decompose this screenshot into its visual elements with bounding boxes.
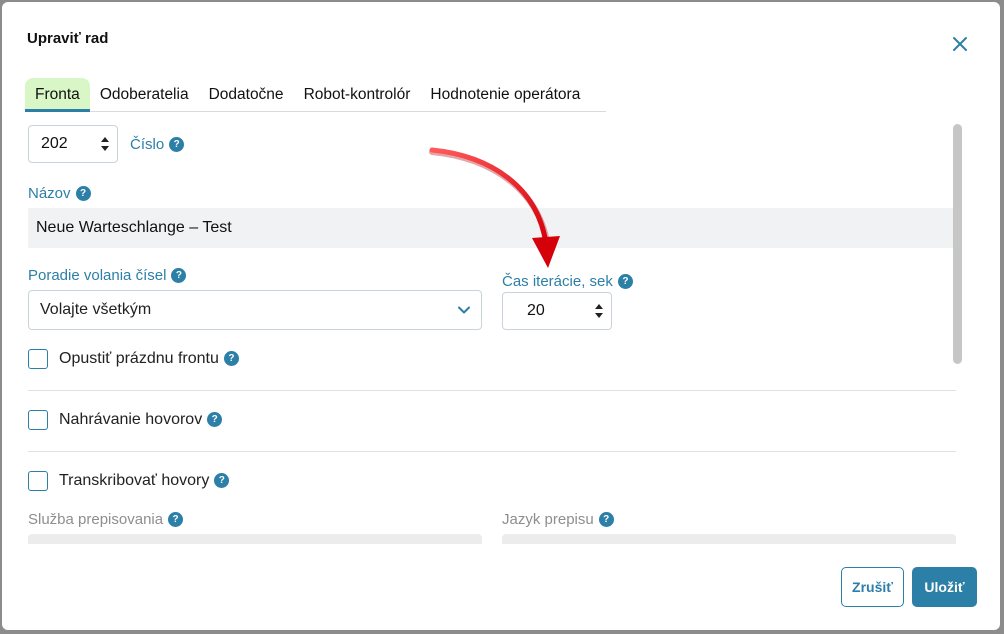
help-icon[interactable]: ? xyxy=(168,511,184,527)
dialog-title: Upraviť rad xyxy=(27,30,109,47)
help-icon[interactable]: ? xyxy=(207,411,223,427)
call-order-select[interactable]: Volajte všetkým xyxy=(28,290,482,330)
number-stepper[interactable]: 202 xyxy=(28,125,118,163)
help-icon[interactable]: ? xyxy=(617,273,633,289)
call-recording-label[interactable]: Nahrávanie hovorov xyxy=(59,411,202,429)
leave-empty-queue-label[interactable]: Opustiť prázdnu frontu xyxy=(59,350,219,368)
call-recording-checkbox[interactable] xyxy=(28,410,48,430)
help-icon[interactable]: ? xyxy=(223,350,239,366)
divider xyxy=(28,451,956,452)
tab-hodnotenie-operatora[interactable]: Hodnotenie operátora xyxy=(420,78,590,111)
iteration-stepper-arrows[interactable] xyxy=(587,304,611,318)
name-label-wrap: Názov? xyxy=(28,185,91,202)
transcription-language-label: Jazyk prepisu xyxy=(502,511,594,528)
call-order-label-wrap: Poradie volania čísel? xyxy=(28,267,187,284)
transcription-language-label-wrap: Jazyk prepisu? xyxy=(502,511,614,528)
cancel-button[interactable]: Zrušiť xyxy=(841,567,904,607)
transcription-service-select[interactable] xyxy=(28,534,482,544)
decrement-icon[interactable] xyxy=(101,146,109,151)
leave-empty-queue-checkbox[interactable] xyxy=(28,349,48,369)
transcription-service-label-wrap: Služba prepisovania? xyxy=(28,511,184,528)
name-input[interactable]: Neue Warteschlange – Test xyxy=(28,208,956,248)
leave-empty-queue-row: Opustiť prázdnu frontu? xyxy=(28,349,239,369)
name-label: Názov xyxy=(28,185,71,202)
call-order-label: Poradie volania čísel xyxy=(28,267,167,284)
tab-odoberatelia[interactable]: Odoberatelia xyxy=(90,78,199,111)
form-scroll-area[interactable]: 202 Číslo? Názov? Neue Warteschlange – T… xyxy=(2,114,1000,544)
increment-icon[interactable] xyxy=(595,304,603,309)
chevron-down-icon xyxy=(458,306,470,314)
transcribe-calls-checkbox[interactable] xyxy=(28,471,48,491)
close-icon[interactable] xyxy=(948,32,972,56)
number-label-wrap: Číslo? xyxy=(130,136,185,153)
tab-bar: Fronta Odoberatelia Dodatočne Robot-kont… xyxy=(25,78,606,112)
scrollbar-thumb[interactable] xyxy=(953,124,962,364)
call-recording-row: Nahrávanie hovorov? xyxy=(28,410,223,430)
iteration-time-stepper[interactable]: 20 xyxy=(502,292,612,330)
help-icon[interactable]: ? xyxy=(598,511,614,527)
iteration-time-label: Čas iterácie, sek xyxy=(502,273,613,290)
call-order-value: Volajte všetkým xyxy=(40,301,152,318)
number-value[interactable]: 202 xyxy=(29,135,93,153)
transcribe-calls-label[interactable]: Transkribovať hovory xyxy=(59,472,209,490)
increment-icon[interactable] xyxy=(101,137,109,142)
help-icon[interactable]: ? xyxy=(169,136,185,152)
transcription-service-label: Služba prepisovania xyxy=(28,511,164,528)
iteration-time-value[interactable]: 20 xyxy=(503,302,587,320)
edit-queue-dialog: Upraviť rad Fronta Odoberatelia Dodatočn… xyxy=(2,2,1000,630)
transcription-language-select[interactable] xyxy=(502,534,956,544)
transcribe-calls-row: Transkribovať hovory? xyxy=(28,471,230,491)
number-label: Číslo xyxy=(130,136,165,153)
iteration-time-label-wrap: Čas iterácie, sek? xyxy=(502,273,633,290)
number-stepper-arrows[interactable] xyxy=(93,137,117,151)
divider xyxy=(28,390,956,391)
help-icon[interactable]: ? xyxy=(214,472,230,488)
tab-dodatocne[interactable]: Dodatočne xyxy=(199,78,294,111)
decrement-icon[interactable] xyxy=(595,313,603,318)
tab-robot-kontrolor[interactable]: Robot-kontrolór xyxy=(294,78,421,111)
help-icon[interactable]: ? xyxy=(75,185,91,201)
save-button[interactable]: Uložiť xyxy=(912,567,977,607)
tab-fronta[interactable]: Fronta xyxy=(25,78,90,112)
help-icon[interactable]: ? xyxy=(171,267,187,283)
